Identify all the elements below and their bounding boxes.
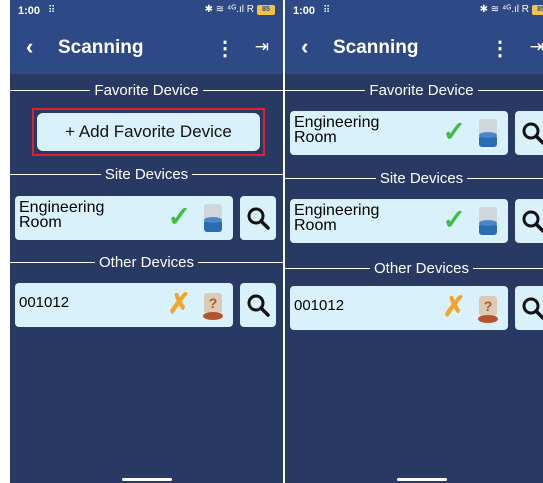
divider bbox=[473, 267, 543, 269]
divider bbox=[285, 89, 366, 91]
add-favorite-highlight: + Add Favorite Device bbox=[32, 108, 265, 156]
other-devices-header: Other Devices bbox=[285, 258, 543, 278]
section-title: Favorite Device bbox=[369, 81, 474, 99]
status-bar: 1:00 ⠿ ✱ ≋ ⁴ᴳ.ıl R 85 bbox=[10, 0, 283, 24]
right-screen: 1:00 ⠿ ✱ ≋ ⁴ᴳ.ıl R 85 ‹ Scanning ⋮ ⇥ Fav… bbox=[285, 0, 543, 483]
search-device-button[interactable] bbox=[515, 199, 543, 243]
home-indicator[interactable] bbox=[121, 478, 172, 481]
search-icon bbox=[522, 297, 543, 320]
exit-icon[interactable]: ⇥ bbox=[255, 37, 269, 57]
divider bbox=[285, 177, 376, 179]
favorite-device-header: Favorite Device bbox=[285, 80, 543, 100]
device-name: Engineering Room bbox=[294, 114, 380, 146]
site-devices-header: Site Devices bbox=[285, 168, 543, 188]
divider bbox=[467, 177, 543, 179]
unknown-device-icon: ? bbox=[203, 293, 223, 320]
system-icons: ✱ ≋ ⁴ᴳ.ıl R 85 bbox=[480, 4, 543, 15]
more-options-icon[interactable]: ⋮ bbox=[215, 36, 235, 61]
site-devices-header: Site Devices bbox=[10, 164, 283, 184]
page-title: Scanning bbox=[333, 37, 419, 58]
left-screen: 1:00 ⠿ ✱ ≋ ⁴ᴳ.ıl R 85 ‹ Scanning ⋮ ⇥ Fav… bbox=[10, 0, 283, 483]
other-device-card[interactable]: 001012 ✗ ? bbox=[290, 286, 508, 330]
home-indicator[interactable] bbox=[396, 478, 447, 481]
other-device-card[interactable]: 001012 ✗ ? bbox=[15, 283, 233, 327]
favorite-device-card[interactable]: Engineering Room ✓ bbox=[290, 111, 508, 155]
divider bbox=[198, 261, 283, 263]
divider bbox=[285, 267, 370, 269]
app-bar: ‹ Scanning ⋮ ⇥ bbox=[285, 24, 543, 74]
battery-icon: 85 bbox=[532, 4, 543, 15]
page-title: Scanning bbox=[58, 37, 144, 58]
device-name: 001012 bbox=[19, 294, 70, 311]
connected-check-icon: ✓ bbox=[167, 201, 191, 232]
app-bar: ‹ Scanning ⋮ ⇥ bbox=[10, 24, 283, 74]
device-name: Engineering Room bbox=[19, 199, 105, 231]
section-title: Site Devices bbox=[379, 169, 464, 187]
section-title: Site Devices bbox=[104, 165, 189, 183]
search-device-button[interactable] bbox=[515, 286, 543, 330]
back-icon[interactable]: ‹ bbox=[301, 34, 308, 60]
section-title: Other Devices bbox=[98, 253, 195, 271]
search-device-button[interactable] bbox=[240, 196, 276, 240]
svg-text:?: ? bbox=[209, 295, 218, 311]
more-options-icon[interactable]: ⋮ bbox=[490, 36, 510, 61]
signal-icons: ✱ ≋ ⁴ᴳ.ıl R bbox=[204, 4, 254, 15]
divider bbox=[192, 173, 283, 175]
battery-icon: 85 bbox=[257, 4, 275, 15]
divider bbox=[10, 261, 95, 263]
divider bbox=[477, 89, 543, 91]
connected-check-icon: ✓ bbox=[442, 204, 466, 235]
search-icon bbox=[247, 294, 270, 317]
device-icon bbox=[204, 204, 222, 232]
divider bbox=[202, 89, 283, 91]
site-device-card[interactable]: Engineering Room ✓ bbox=[15, 196, 233, 240]
add-favorite-device-button[interactable]: + Add Favorite Device bbox=[37, 113, 260, 151]
search-icon bbox=[247, 207, 270, 230]
status-time: 1:00 bbox=[293, 5, 316, 17]
device-name: Engineering Room bbox=[294, 202, 380, 234]
search-device-button[interactable] bbox=[240, 283, 276, 327]
divider bbox=[10, 173, 101, 175]
exit-icon[interactable]: ⇥ bbox=[530, 37, 543, 57]
grid-icon: ⠿ bbox=[323, 5, 330, 16]
search-icon bbox=[522, 210, 543, 233]
divider bbox=[10, 89, 91, 91]
status-bar: 1:00 ⠿ ✱ ≋ ⁴ᴳ.ıl R 85 bbox=[285, 0, 543, 24]
unknown-x-icon: ✗ bbox=[167, 288, 191, 319]
favorite-device-header: Favorite Device bbox=[10, 80, 283, 100]
section-title: Other Devices bbox=[373, 259, 470, 277]
section-title: Favorite Device bbox=[94, 81, 199, 99]
signal-icons: ✱ ≋ ⁴ᴳ.ıl R bbox=[479, 4, 529, 15]
status-time: 1:00 bbox=[18, 5, 41, 17]
device-name: 001012 bbox=[294, 297, 345, 314]
unknown-device-icon: ? bbox=[478, 296, 498, 323]
search-device-button[interactable] bbox=[515, 111, 543, 155]
svg-text:?: ? bbox=[484, 298, 493, 314]
search-icon bbox=[522, 122, 543, 145]
back-icon[interactable]: ‹ bbox=[26, 34, 33, 60]
other-devices-header: Other Devices bbox=[10, 252, 283, 272]
device-icon bbox=[479, 119, 497, 147]
connected-check-icon: ✓ bbox=[442, 116, 466, 147]
system-icons: ✱ ≋ ⁴ᴳ.ıl R 85 bbox=[205, 4, 275, 15]
unknown-x-icon: ✗ bbox=[442, 291, 466, 322]
device-icon bbox=[479, 207, 497, 235]
grid-icon: ⠿ bbox=[48, 5, 55, 16]
site-device-card[interactable]: Engineering Room ✓ bbox=[290, 199, 508, 243]
